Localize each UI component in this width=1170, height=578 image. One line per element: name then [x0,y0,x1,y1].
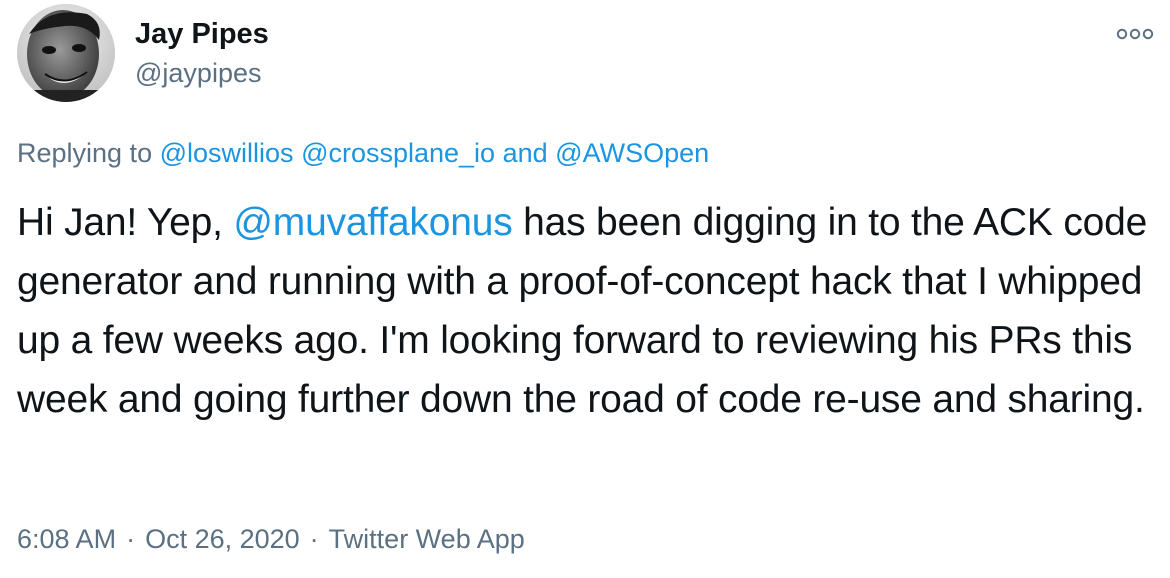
replying-to: Replying to @loswillios @crossplane_io a… [17,136,709,170]
replying-to-label: Replying to [17,138,153,168]
author-display-name[interactable]: Jay Pipes [135,16,269,52]
meta-separator: · [309,524,319,554]
more-horizontal-icon [1116,28,1154,40]
tweet-timestamp[interactable]: 6:08 AM [17,524,116,554]
tweet-date[interactable]: Oct 26, 2020 [145,524,300,554]
tweet-text: Hi Jan! Yep, @muvaffakonus has been digg… [17,193,1157,429]
tweet-meta: 6:08 AM · Oct 26, 2020 · Twitter Web App [17,522,525,556]
reply-mention[interactable]: @loswillios [160,138,294,168]
reply-mention[interactable]: @crossplane_io [301,138,495,168]
tweet-text-start: Hi Jan! Yep, [17,201,234,244]
tweet-source[interactable]: Twitter Web App [329,524,525,554]
tweet-card: Jay Pipes @jaypipes Replying to @loswill… [0,0,1170,578]
author-handle[interactable]: @jaypipes [135,56,261,90]
meta-separator: · [126,524,136,554]
reply-joiner: and [502,138,548,168]
avatar-photo [17,4,115,102]
more-options-button[interactable] [1112,22,1158,46]
reply-mention[interactable]: @AWSOpen [555,138,709,168]
tweet-mention[interactable]: @muvaffakonus [233,201,512,244]
avatar[interactable] [17,4,115,102]
